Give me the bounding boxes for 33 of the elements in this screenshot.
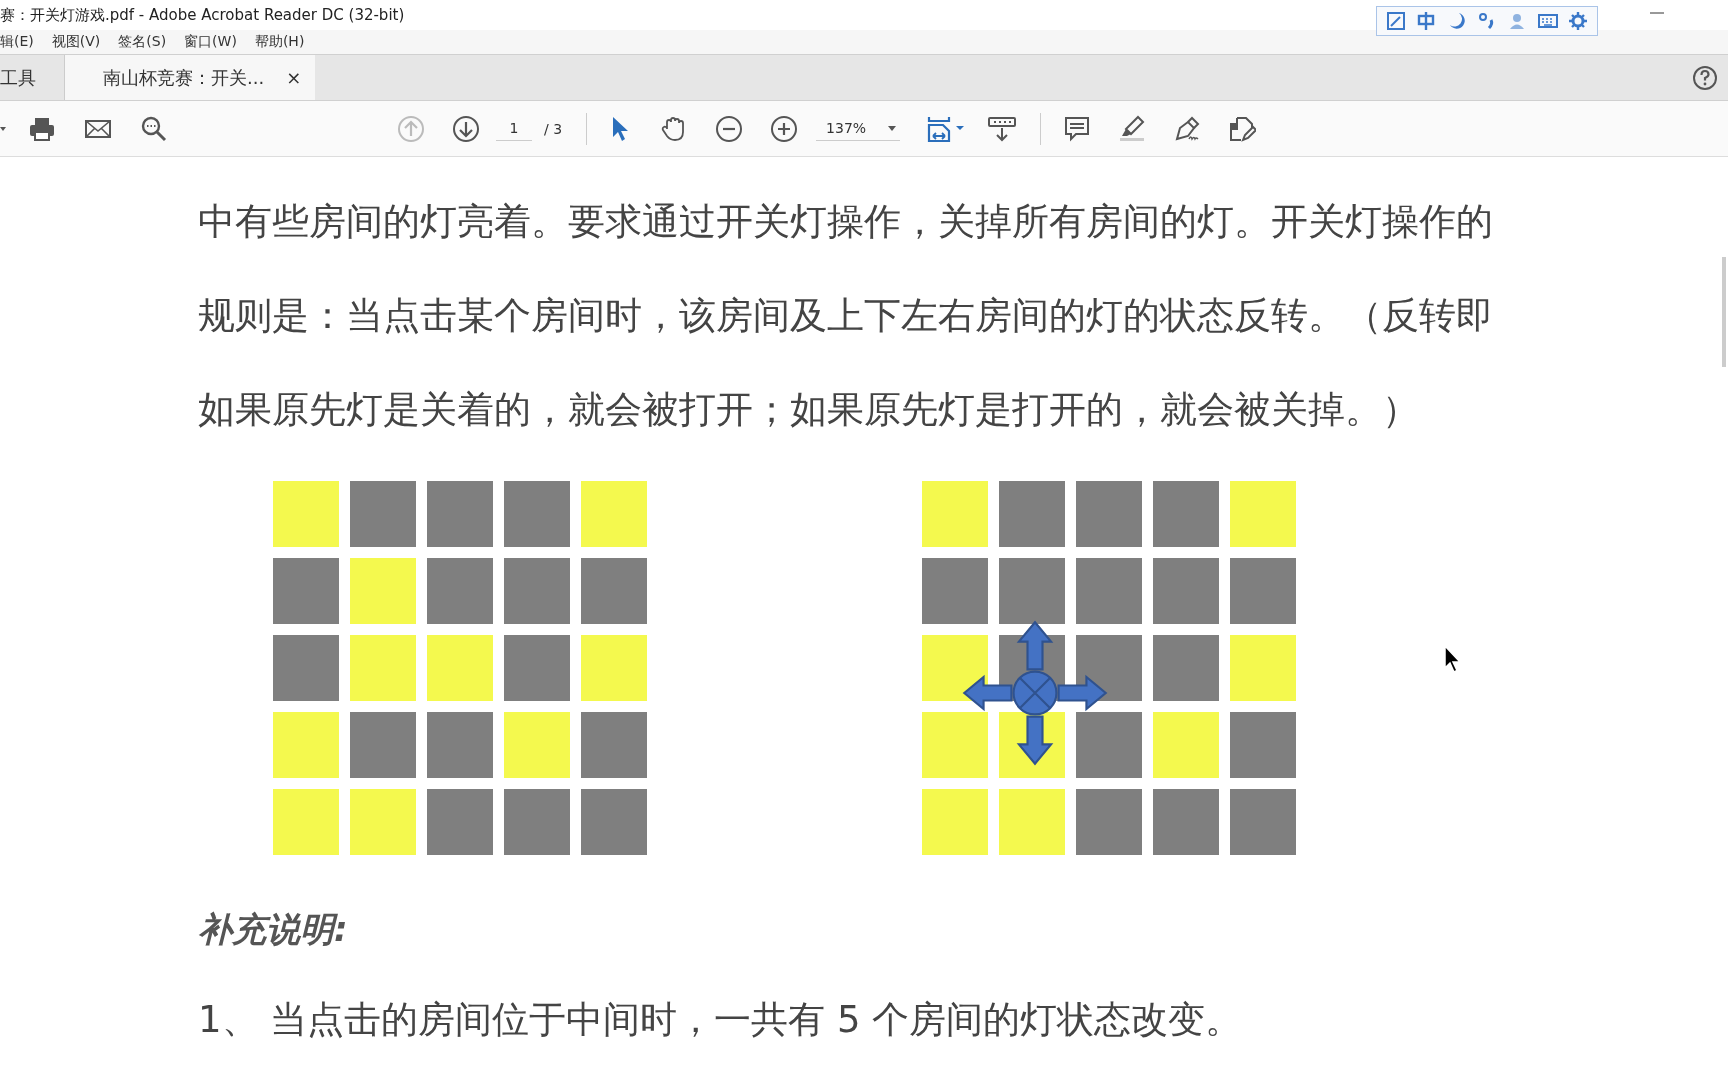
fountain-pen-icon[interactable] — [1173, 114, 1202, 143]
caret-icon[interactable] — [888, 125, 897, 131]
edit-document-icon[interactable] — [1228, 114, 1257, 143]
highlighter-icon[interactable] — [1118, 114, 1147, 143]
menu-item[interactable]: 窗口(W) — [184, 33, 237, 51]
body-text: 规则是：当点击某个房间时，该房间及上下左右房间的灯的状态反转。（反转即 — [198, 293, 1494, 339]
help-icon[interactable] — [1692, 64, 1718, 91]
list-item: 1、 当点击的房间位于中间时，一共有 5 个房间的灯状态改变。 — [198, 997, 1244, 1043]
scrollbar-thumb[interactable] — [1722, 257, 1726, 367]
fit-page-icon[interactable] — [926, 114, 967, 143]
chinese-mode-icon[interactable] — [1416, 11, 1437, 31]
zoom-in-icon[interactable] — [770, 114, 799, 143]
pen-icon[interactable] — [1386, 11, 1407, 31]
menu-item[interactable]: 签名(S) — [118, 33, 167, 51]
close-button[interactable]: × — [286, 67, 302, 88]
menu-item[interactable]: 辑(E) — [0, 33, 34, 51]
settings-icon[interactable] — [1567, 11, 1588, 31]
tab[interactable]: 南山杯竞赛：开关... × — [65, 55, 316, 100]
section-heading: 补充说明: — [198, 908, 349, 951]
window-title: 赛：开关灯游戏.pdf - Adobe Acrobat Reader DC (32-bit) — [0, 5, 405, 25]
scroll-mode-icon[interactable] — [988, 114, 1017, 143]
menu-item[interactable]: 帮助(H) — [254, 33, 305, 51]
comment-icon[interactable] — [1063, 114, 1092, 143]
keyboard-icon[interactable] — [1537, 11, 1558, 31]
zoom-dropdown[interactable]: 137% — [816, 116, 901, 141]
page-total: / 3 — [544, 120, 563, 137]
menu-item[interactable]: 视图(V) — [51, 33, 101, 51]
body-text: 中有些房间的灯亮着。要求通过开关灯操作，关掉所有房间的灯。开关灯操作的 — [198, 199, 1494, 245]
page-number-field[interactable]: 1 — [496, 116, 532, 141]
zoom-out-icon[interactable] — [715, 114, 744, 143]
caret-icon[interactable] — [0, 125, 6, 132]
search-icon[interactable] — [140, 114, 168, 143]
body-text: 如果原先灯是关着的，就会被打开；如果原先灯是打开的，就会被关掉。） — [198, 387, 1420, 433]
